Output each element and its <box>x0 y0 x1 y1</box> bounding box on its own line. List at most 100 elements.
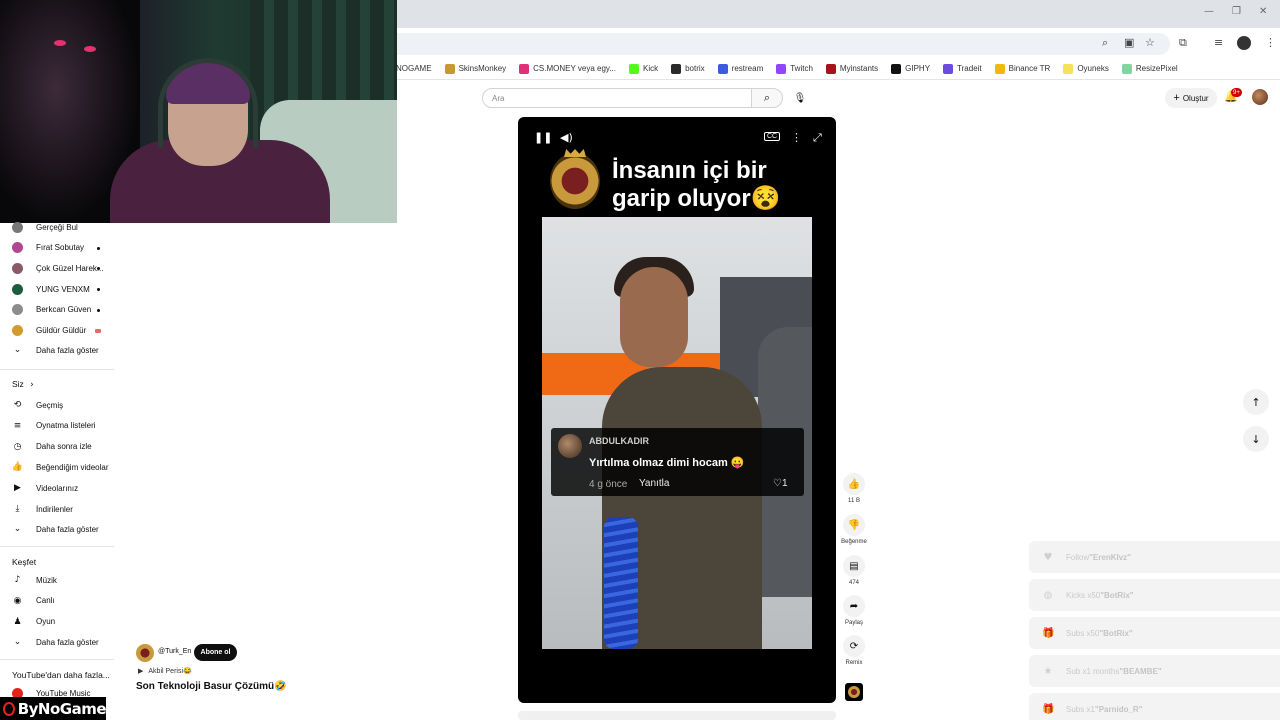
bookmark-label: CS.MONEY veya egy... <box>533 64 616 73</box>
share-icon[interactable]: ➦ <box>843 595 865 617</box>
bookmark-oyuneks[interactable]: Oyuneks <box>1063 63 1109 74</box>
dislike-action[interactable]: 👎 Beğenme <box>841 514 867 545</box>
volume-icon[interactable]: ◀) <box>560 131 573 144</box>
channel-emblem <box>550 153 600 209</box>
channel-handle[interactable]: @Turk_En <box>158 648 191 655</box>
channel-avatar <box>12 262 23 274</box>
sidebar-item-label: YUNG VENXM <box>36 284 90 294</box>
sidebar-subscription-ok-g-zel-harek[interactable]: Çok Güzel Harek... <box>12 261 104 275</box>
more-options-icon[interactable]: ⋮ <box>791 131 802 144</box>
sidebar-item-m-zik[interactable]: ♪ Müzik <box>12 573 57 587</box>
search-input[interactable]: Ara <box>482 88 752 108</box>
bookmark-tradeit[interactable]: Tradeit <box>943 63 982 74</box>
play-icon: ▶ <box>138 667 144 675</box>
arrow-down-icon: ↓ <box>1251 432 1261 446</box>
like-action[interactable]: 👍 11 B <box>842 473 866 504</box>
browser-profile-avatar[interactable] <box>1237 36 1251 50</box>
comment-icon[interactable]: ▤ <box>843 555 865 577</box>
close-window-icon[interactable]: ✕ <box>1259 6 1267 17</box>
bookmark-twitch[interactable]: Twitch <box>776 63 813 74</box>
thumbs-down-icon[interactable]: 👎 <box>843 514 865 536</box>
bookmark-label: Twitch <box>790 64 813 73</box>
bookmark-kick[interactable]: Kick <box>628 63 658 74</box>
alert-text: Subs x50 <box>1066 628 1100 638</box>
channel-avatar[interactable] <box>136 644 154 662</box>
next-short-button[interactable]: ↓ <box>1243 426 1269 452</box>
create-button[interactable]: + Oluştur <box>1165 88 1217 108</box>
previous-short-button[interactable]: ↑ <box>1243 389 1269 415</box>
sidebar-subscription-ger-e-i-bul[interactable]: Gerçeği Bul <box>12 220 78 234</box>
headset <box>158 58 258 148</box>
thumbs-up-icon[interactable]: 👍 <box>843 473 865 495</box>
bookmark-label: SkinsMonkey <box>458 64 507 73</box>
restore-icon[interactable]: ❐ <box>1232 6 1241 17</box>
music-credit[interactable]: ▶ Akbil Perisi😂 <box>138 667 192 675</box>
browser-menu-icon[interactable]: ⋮ <box>1265 36 1276 49</box>
sidebar-item-oyun[interactable]: ♟ Oyun <box>12 615 55 629</box>
sidebar-item-label: Videolarınız <box>36 483 79 493</box>
sidebar-item-daha-sonra-izle[interactable]: ◷ Daha sonra izle <box>12 440 92 454</box>
caption-line-2: garip oluyor😵 <box>612 185 781 212</box>
address-bar[interactable] <box>396 33 1170 55</box>
media-icon[interactable]: ≡ <box>1214 36 1223 49</box>
bookmark-favicon-icon <box>671 63 682 74</box>
show-more-label: Daha fazla göster <box>36 637 99 647</box>
you-show-more[interactable]: ⌄ Daha fazla göster <box>12 522 99 536</box>
divider <box>0 659 114 660</box>
install-app-icon[interactable]: ▣ <box>1124 36 1134 49</box>
comment-likes: ♡1 <box>773 478 788 489</box>
user-avatar[interactable] <box>1252 89 1268 105</box>
bookmark-restream[interactable]: restream <box>717 63 763 74</box>
webcam-overlay <box>0 0 397 223</box>
fullscreen-icon[interactable]: ⤢ <box>813 131 822 145</box>
sidebar-subscription-yung-venxm[interactable]: YUNG VENXM <box>12 282 90 296</box>
download-icon: ⤓ <box>15 504 20 514</box>
subscriptions-show-more[interactable]: ⌄ Daha fazla göster <box>12 343 99 357</box>
new-content-dot <box>97 308 100 312</box>
comments-action[interactable]: ▤ 474 <box>842 555 866 586</box>
bookmark-star-icon[interactable]: ☆ <box>1145 36 1155 49</box>
sidebar-item-canl[interactable]: ◉ Canlı <box>12 594 55 608</box>
minimize-icon[interactable]: — <box>1204 6 1214 17</box>
search-button[interactable]: ⌕ <box>751 88 783 108</box>
bookmark-giphy[interactable]: GIPHY <box>891 63 930 74</box>
sound-channel-thumbnail[interactable] <box>845 683 863 701</box>
remix-icon[interactable]: ⟳ <box>843 635 865 657</box>
bynogame-logo-icon <box>3 701 15 716</box>
sidebar-item-videolar-n-z[interactable]: ▶ Videolarınız <box>12 481 78 495</box>
voice-search-button[interactable]: 🎙 <box>790 88 810 108</box>
bookmark-favicon-icon <box>776 63 787 74</box>
captions-icon[interactable]: CC <box>764 132 781 141</box>
pause-icon[interactable]: ❚❚ <box>534 131 552 144</box>
subscribe-button[interactable]: Abone ol <box>194 644 237 661</box>
share-action[interactable]: ➦ Paylaş <box>842 595 866 626</box>
bookmark-skinsmonkey[interactable]: SkinsMonkey <box>444 63 507 74</box>
shorts-player[interactable]: ❚❚ ◀) CC ⋮ ⤢ İnsanın içi bir garip oluyo… <box>518 117 836 703</box>
explore-show-more[interactable]: ⌄ Daha fazla göster <box>12 635 99 649</box>
sidebar-subscription-g-ld-r-g-ld-r[interactable]: Güldür Güldür <box>12 324 86 338</box>
sidebar-item-label: İndirilenler <box>36 504 73 514</box>
chevron-down-icon: ⌄ <box>13 637 22 647</box>
extensions-icon[interactable]: ⧉ <box>1179 36 1187 50</box>
bookmark-resizepixel[interactable]: ResizePixel <box>1121 63 1178 74</box>
alert-text: Sub x1 months <box>1066 666 1120 676</box>
remix-action[interactable]: ⟳ Remix <box>842 635 866 666</box>
sidebar-item-i-ndirilenler[interactable]: ⤓ İndirilenler <box>12 502 73 516</box>
bookmark-myinstants[interactable]: Myinstants <box>825 63 878 74</box>
channel-avatar <box>12 325 23 336</box>
divider <box>0 369 114 370</box>
zoom-icon[interactable]: ⌕ <box>1102 36 1108 50</box>
you-section-title[interactable]: Siz › <box>12 379 34 390</box>
sidebar-subscription-f-rat-sobutay[interactable]: Fırat Sobutay <box>12 241 84 255</box>
bookmark-nogame[interactable]: NOGAME <box>396 64 432 73</box>
bookmark-binance-tr[interactable]: Binance TR <box>994 63 1050 74</box>
sidebar-item-label: Geçmiş <box>36 400 64 410</box>
comment-time: 4 g önce <box>589 479 628 490</box>
bookmark-cs-money-veya-egy[interactable]: CS.MONEY veya egy... <box>519 63 616 74</box>
sidebar-item-be-endi-im-videolar[interactable]: 👍 Beğendiğim videolar <box>12 460 109 474</box>
bookmark-botrix[interactable]: botrix <box>671 63 705 74</box>
sidebar-item-ge-mi[interactable]: ⟲ Geçmiş <box>12 398 63 412</box>
sidebar-subscription-berkcan-g-ven[interactable]: Berkcan Güven <box>12 303 91 317</box>
comment-text: Yırtılma olmaz dimi hocam 😛 <box>589 457 745 469</box>
sidebar-item-oynatma-listeleri[interactable]: ≡ Oynatma listeleri <box>12 419 96 433</box>
